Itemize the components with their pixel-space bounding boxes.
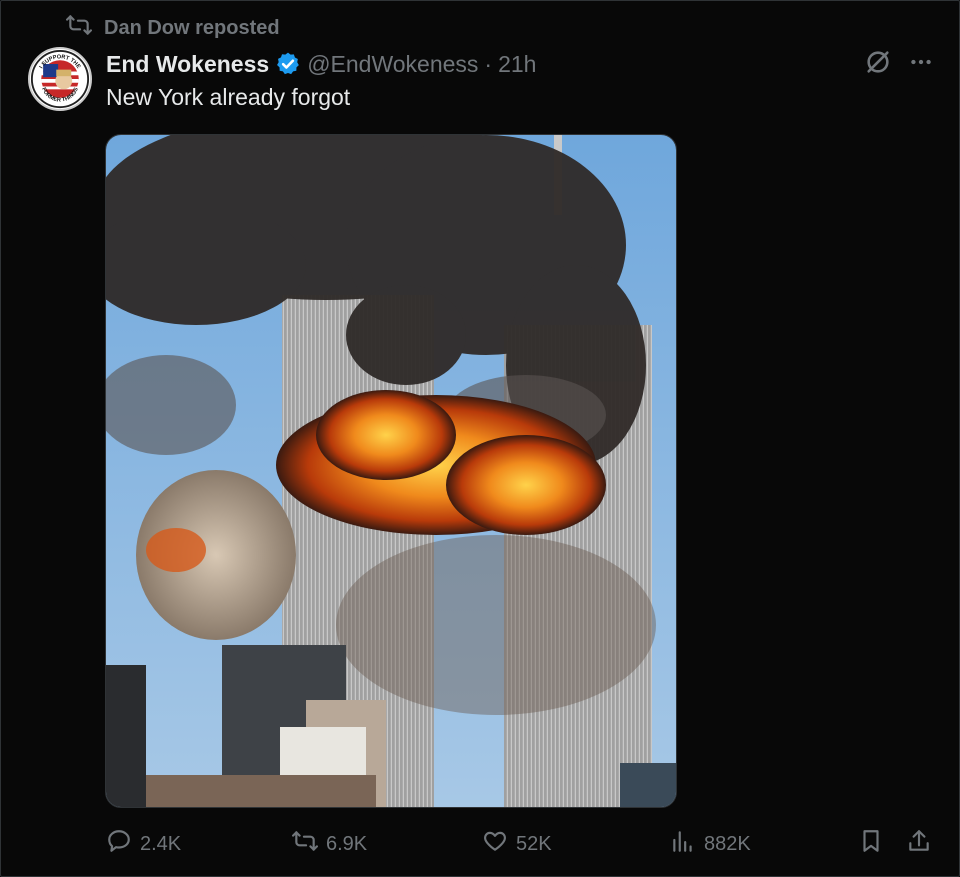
repost-indicator[interactable]: Dan Dow reposted: [66, 14, 280, 42]
display-name[interactable]: End Wokeness: [106, 51, 269, 78]
view-count: 882K: [704, 832, 751, 855]
action-bar: 2.4K 6.9K 52K 882K: [106, 826, 936, 862]
post-image[interactable]: [105, 134, 677, 808]
repost-label[interactable]: Dan Dow reposted: [104, 17, 280, 40]
like-button[interactable]: 52K: [482, 826, 552, 862]
like-count: 52K: [516, 832, 552, 855]
share-button[interactable]: [906, 826, 932, 862]
bookmark-icon: [858, 828, 884, 860]
separator-dot: ·: [484, 50, 493, 77]
repost-icon: [292, 828, 318, 860]
bookmark-button[interactable]: [858, 826, 884, 862]
views-button[interactable]: 882K: [670, 826, 751, 862]
grok-icon[interactable]: [864, 48, 892, 76]
post-text: New York already forgot: [106, 84, 351, 110]
reply-button[interactable]: 2.4K: [106, 826, 181, 862]
repost-button[interactable]: 6.9K: [292, 826, 367, 862]
reply-icon: [106, 828, 132, 860]
repost-icon: [66, 12, 92, 44]
heart-icon: [482, 828, 508, 860]
share-icon: [906, 828, 932, 860]
verified-badge-icon[interactable]: [275, 51, 301, 77]
post-top-actions: [864, 48, 934, 76]
handle[interactable]: @EndWokeness: [307, 51, 478, 78]
post-header: End Wokeness @EndWokeness · 21h: [106, 48, 536, 80]
analytics-icon: [670, 828, 696, 860]
reply-count: 2.4K: [140, 832, 182, 855]
timestamp[interactable]: 21h: [498, 51, 536, 78]
avatar[interactable]: I SUPPORT THE FORMER THINGS: [28, 47, 92, 111]
repost-count: 6.9K: [326, 832, 368, 855]
more-options-icon[interactable]: [908, 49, 934, 75]
